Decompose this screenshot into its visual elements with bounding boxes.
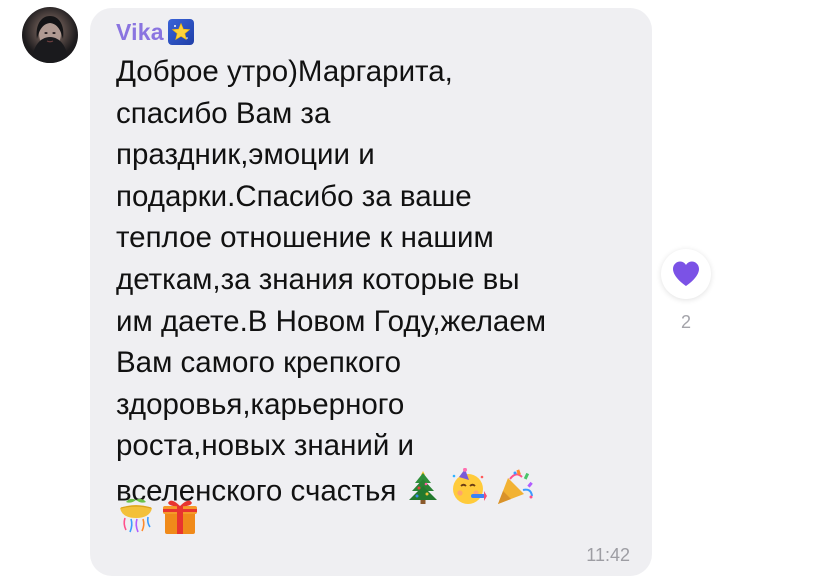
confetti-ball-icon (116, 496, 156, 541)
star-emoji-icon (167, 19, 194, 45)
message-bubble[interactable]: Vika Доброе утро)Маргарита, спасибо Вам … (90, 8, 652, 576)
reaction-button[interactable] (661, 249, 711, 299)
party-popper-icon (495, 467, 535, 519)
message-text: Доброе утро)Маргарита, спасибо Вам за пр… (116, 51, 646, 519)
message-timestamp: 11:42 (586, 545, 630, 565)
christmas-tree-icon (405, 469, 441, 517)
purple-heart-icon (673, 261, 699, 286)
sender-name[interactable]: Vika (116, 18, 164, 46)
reaction-count: 2 (680, 312, 691, 332)
sender-avatar[interactable] (22, 7, 78, 63)
message-sender: Vika (116, 18, 194, 46)
avatar-photo (32, 16, 68, 63)
party-face-icon (449, 467, 487, 518)
emoji-row (116, 496, 200, 541)
gift-icon (160, 496, 200, 541)
